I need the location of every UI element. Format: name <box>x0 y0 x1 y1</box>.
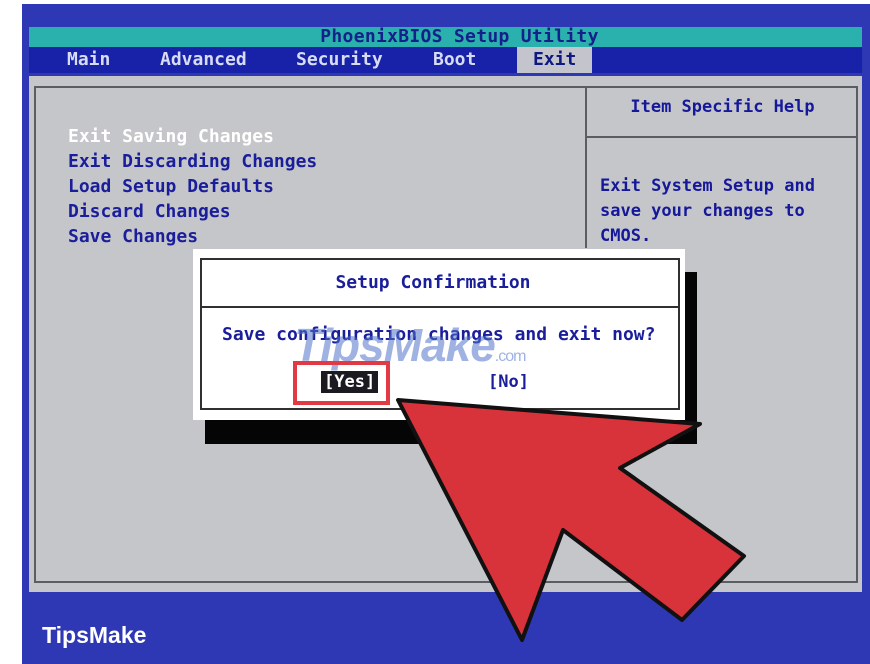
yes-highlight-box <box>293 361 390 405</box>
option-discard-changes[interactable]: Discard Changes <box>68 199 317 224</box>
help-line: Exit System Setup and <box>600 176 815 196</box>
help-header-rule <box>585 136 858 138</box>
help-line: CMOS. <box>600 226 652 246</box>
option-save-changes[interactable]: Save Changes <box>68 224 317 249</box>
tab-advanced[interactable]: Advanced <box>160 47 247 73</box>
help-text: Exit System Setup and save your changes … <box>600 174 850 249</box>
tab-exit[interactable]: Exit <box>517 47 593 73</box>
dialog-title: Setup Confirmation <box>335 272 531 293</box>
dialog-title-rule <box>200 306 680 308</box>
bios-title-bar: PhoenixBIOS Setup Utility <box>29 27 862 47</box>
tab-main[interactable]: Main <box>67 47 110 73</box>
option-load-setup-defaults[interactable]: Load Setup Defaults <box>68 174 317 199</box>
brand-logo: TipsMake <box>42 622 147 648</box>
watermark-suffix: .com <box>494 348 527 365</box>
no-button[interactable]: [No] <box>488 371 529 393</box>
tab-boot[interactable]: Boot <box>433 47 476 73</box>
tab-security[interactable]: Security <box>296 47 383 73</box>
app-title: PhoenixBIOS Setup Utility <box>320 26 599 47</box>
option-exit-discarding-changes[interactable]: Exit Discarding Changes <box>68 149 317 174</box>
menu-bar: Main Advanced Security Boot Exit <box>29 47 862 73</box>
option-exit-saving-changes[interactable]: Exit Saving Changes <box>68 124 317 149</box>
help-line: save your changes to <box>600 201 805 221</box>
exit-options-list: Exit Saving Changes Exit Discarding Chan… <box>68 124 317 249</box>
help-title: Item Specific Help <box>630 97 815 117</box>
